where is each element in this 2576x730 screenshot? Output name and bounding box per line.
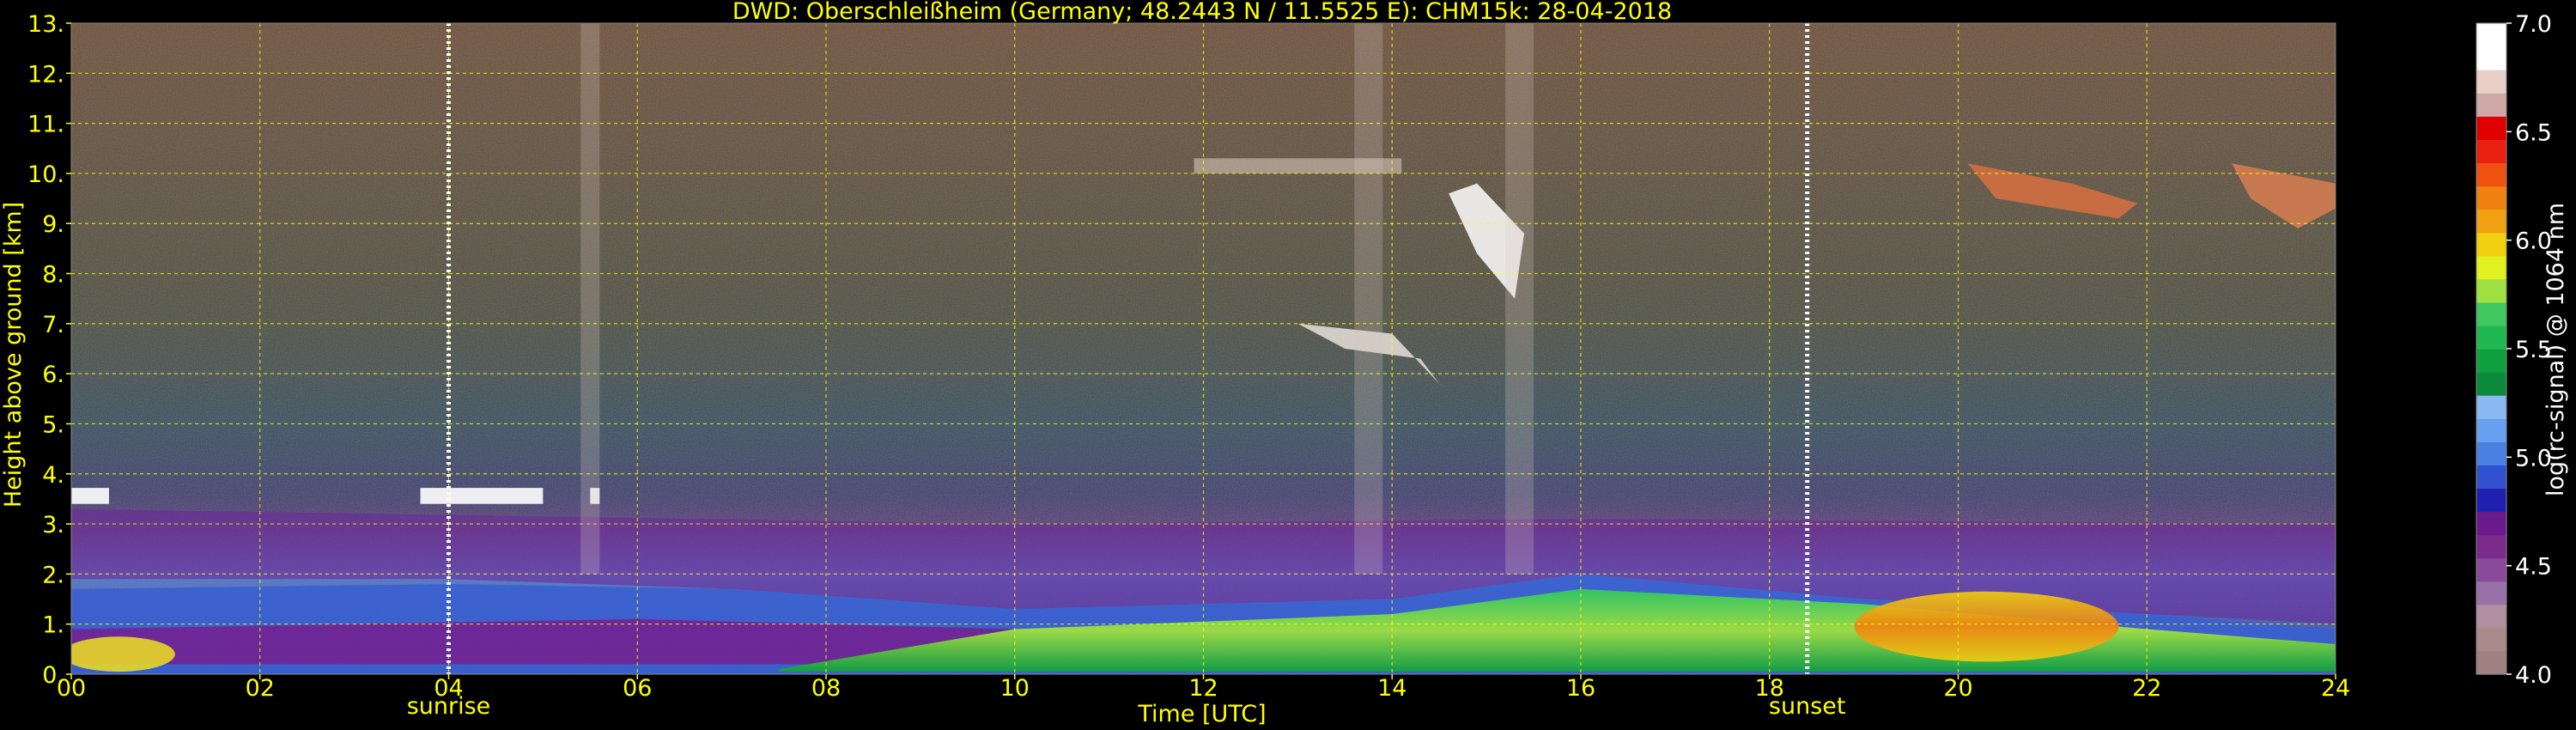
y-tick-label: 10. bbox=[27, 161, 64, 188]
colorbar-segment bbox=[2476, 418, 2506, 442]
y-tick-label: 0. bbox=[42, 662, 64, 689]
x-tick-label: 06 bbox=[623, 675, 652, 702]
colorbar-segment bbox=[2476, 465, 2506, 490]
x-tick-label: 08 bbox=[811, 675, 841, 702]
x-tick-label: 20 bbox=[1943, 675, 1972, 702]
x-tick-label: 02 bbox=[246, 675, 275, 702]
surface-aerosol bbox=[71, 636, 175, 672]
x-axis-label: Time [UTC] bbox=[1137, 701, 1266, 727]
plot-area: sunrise sunset bbox=[70, 22, 2336, 720]
colorbar-segment bbox=[2476, 186, 2506, 210]
colorbar-segment bbox=[2476, 93, 2506, 117]
x-tick-label: 18 bbox=[1755, 675, 1784, 702]
colorbar-tick-label: 6.5 bbox=[2515, 119, 2552, 146]
y-tick-label: 2. bbox=[42, 562, 64, 588]
colorbar-segment bbox=[2476, 301, 2506, 326]
colorbar-segment bbox=[2476, 650, 2506, 675]
colorbar-segment bbox=[2476, 139, 2506, 164]
colorbar-label: log(rc-signal) @ 1064 nm bbox=[2543, 203, 2569, 496]
signal-streak bbox=[1505, 23, 1534, 575]
colorbar-segment bbox=[2476, 581, 2506, 605]
colorbar-segment bbox=[2476, 372, 2506, 396]
y-tick-label: 9. bbox=[42, 211, 64, 238]
colorbar-segment bbox=[2476, 349, 2506, 373]
chart-title: DWD: Oberschleißheim (Germany; 48.2443 N… bbox=[732, 0, 1672, 25]
colorbar-tick-label: 4.5 bbox=[2515, 554, 2552, 581]
colorbar-segment bbox=[2476, 255, 2506, 280]
y-axis-label: Height above ground [km] bbox=[0, 202, 27, 508]
signal-streak bbox=[1354, 23, 1383, 575]
colorbar-segment bbox=[2476, 325, 2506, 350]
colorbar-segment bbox=[2476, 46, 2506, 70]
colorbar-segment bbox=[2476, 278, 2506, 303]
colorbar-segment bbox=[2476, 534, 2506, 559]
low-cloud-segment bbox=[420, 488, 544, 504]
x-tick-label: 12 bbox=[1188, 675, 1218, 702]
x-axis-ticks: 00 02 04 06 08 10 12 14 16 18 20 22 24 bbox=[57, 674, 2350, 702]
dense-aerosol-core bbox=[1854, 591, 2119, 662]
y-tick-label: 3. bbox=[42, 512, 64, 538]
colorbar-segment bbox=[2476, 232, 2506, 257]
colorbar-segment bbox=[2476, 395, 2506, 419]
colorbar-segment bbox=[2476, 70, 2506, 94]
y-tick-label: 6. bbox=[42, 362, 64, 388]
colorbar-segment bbox=[2476, 604, 2506, 629]
x-tick-label: 14 bbox=[1377, 675, 1406, 702]
y-axis-ticks: 0. 1. 2. 3. 4. 5. 6. 7. 8. 9. 10. 11. 12. 13. bbox=[27, 11, 71, 689]
colorbar-tick-label: 7.0 bbox=[2515, 11, 2552, 38]
colorbar-segment bbox=[2476, 116, 2506, 140]
ceilometer-figure: sunrise sunset 00 02 04 06 08 10 12 14 16 18 20 22 24… bbox=[0, 0, 2569, 727]
y-tick-label: 5. bbox=[42, 411, 64, 438]
colorbar-segment bbox=[2476, 627, 2506, 652]
y-tick-label: 11. bbox=[27, 112, 64, 138]
x-tick-label: 24 bbox=[2321, 675, 2350, 702]
colorbar-segment bbox=[2476, 441, 2506, 465]
colorbar-segment bbox=[2476, 162, 2506, 187]
y-tick-label: 8. bbox=[42, 262, 64, 289]
colorbar-segment bbox=[2476, 488, 2506, 513]
y-tick-label: 7. bbox=[42, 312, 64, 338]
x-tick-label: 04 bbox=[434, 675, 463, 702]
y-tick-label: 12. bbox=[27, 61, 64, 88]
colorbar-segment bbox=[2476, 511, 2506, 536]
colorbar-tick-label: 4.0 bbox=[2515, 662, 2552, 689]
colorbar-segment bbox=[2476, 557, 2506, 582]
y-tick-label: 4. bbox=[42, 462, 64, 489]
colorbar-segment bbox=[2476, 23, 2506, 47]
y-tick-label: 1. bbox=[42, 612, 64, 639]
colorbar bbox=[2476, 22, 2507, 675]
low-cloud-segment bbox=[71, 488, 109, 504]
colorbar-segment bbox=[2476, 209, 2506, 234]
x-tick-label: 22 bbox=[2132, 675, 2161, 702]
signal-streak bbox=[580, 23, 600, 575]
x-tick-label: 10 bbox=[1000, 675, 1030, 702]
y-tick-label: 13. bbox=[27, 11, 64, 38]
x-tick-label: 16 bbox=[1566, 675, 1595, 702]
